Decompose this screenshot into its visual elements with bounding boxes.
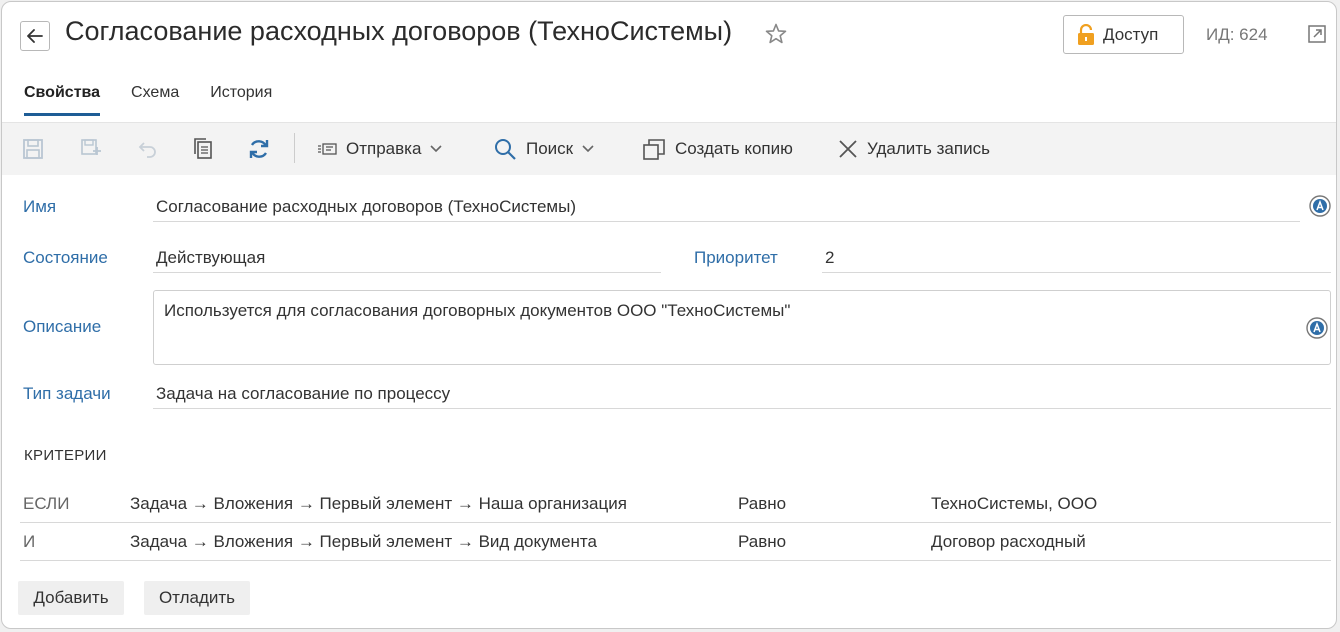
criteria-operator: И	[23, 532, 36, 551]
back-button[interactable]	[20, 21, 50, 51]
toolbar: Отправка Поиск Создать копию Удалить зап…	[2, 122, 1336, 175]
page-title: Согласование расходных договоров (ТехноС…	[65, 16, 733, 46]
copy-document-icon[interactable]	[191, 137, 215, 161]
lock-icon	[1078, 23, 1094, 45]
arrow-left-icon	[27, 29, 43, 43]
tab-schema[interactable]: Схема	[131, 84, 179, 116]
name-field[interactable]: Согласование расходных договоров (ТехноС…	[153, 197, 1300, 222]
access-label: Доступ	[1103, 24, 1159, 44]
save-and-close-icon[interactable]	[79, 137, 103, 161]
create-copy-label: Создать копию	[675, 139, 793, 158]
access-button[interactable]: Доступ	[1063, 15, 1184, 54]
task-type-field[interactable]: Задача на согласование по процессу	[153, 384, 1331, 409]
description-label: Описание	[23, 317, 102, 336]
undo-icon[interactable]	[135, 137, 159, 161]
criteria-value: Договор расходный	[931, 532, 1086, 551]
tab-history[interactable]: История	[210, 84, 272, 116]
record-id: ИД: 624	[1206, 25, 1268, 44]
create-copy-button[interactable]: Создать копию	[642, 135, 793, 163]
state-label: Состояние	[23, 248, 108, 267]
search-label: Поиск	[526, 139, 574, 158]
refresh-icon[interactable]	[247, 137, 271, 161]
autotext-icon[interactable]	[1305, 316, 1329, 340]
search-icon	[495, 139, 516, 160]
criteria-field: Задача → Вложения → Первый элемент → Вид…	[130, 532, 597, 551]
add-criteria-button[interactable]: Добавить	[18, 581, 124, 615]
criteria-condition: Равно	[738, 494, 787, 513]
close-icon	[839, 140, 857, 158]
delete-record-button[interactable]: Удалить запись	[838, 135, 990, 163]
priority-field[interactable]: 2	[822, 248, 1331, 273]
criteria-field: Задача → Вложения → Первый элемент → Наш…	[130, 494, 627, 513]
description-field[interactable]: Используется для согласования договорных…	[153, 290, 1331, 365]
save-icon[interactable]	[21, 137, 45, 161]
search-button[interactable]: Поиск	[493, 135, 594, 163]
record-card: Согласование расходных договоров (ТехноС…	[1, 1, 1337, 629]
tab-bar: Свойства Схема История	[24, 84, 272, 116]
criteria-row[interactable]: И Задача → Вложения → Первый элемент → В…	[20, 523, 1331, 561]
autotext-icon[interactable]	[1308, 194, 1332, 218]
send-icon	[318, 143, 337, 155]
create-copy-icon	[643, 139, 665, 160]
criteria-row[interactable]: ЕСЛИ Задача → Вложения → Первый элемент …	[20, 485, 1331, 523]
criteria-title: КРИТЕРИИ	[24, 447, 107, 464]
open-in-new-window-icon[interactable]	[1307, 24, 1327, 44]
send-button[interactable]: Отправка	[317, 135, 442, 163]
criteria-condition: Равно	[738, 532, 787, 551]
criteria-operator: ЕСЛИ	[23, 494, 70, 513]
task-type-label: Тип задачи	[23, 384, 111, 403]
name-label: Имя	[23, 197, 57, 216]
criteria-value: ТехноСистемы, ООО	[931, 494, 1098, 513]
chevron-down-icon	[582, 145, 594, 153]
state-field[interactable]: Действующая	[153, 248, 661, 273]
tab-properties[interactable]: Свойства	[24, 84, 101, 116]
toolbar-separator	[294, 133, 295, 163]
chevron-down-icon	[430, 145, 442, 153]
priority-label: Приоритет	[694, 248, 778, 267]
send-label: Отправка	[346, 139, 422, 158]
delete-record-label: Удалить запись	[867, 139, 990, 158]
star-icon[interactable]	[764, 22, 788, 46]
debug-button[interactable]: Отладить	[144, 581, 250, 615]
